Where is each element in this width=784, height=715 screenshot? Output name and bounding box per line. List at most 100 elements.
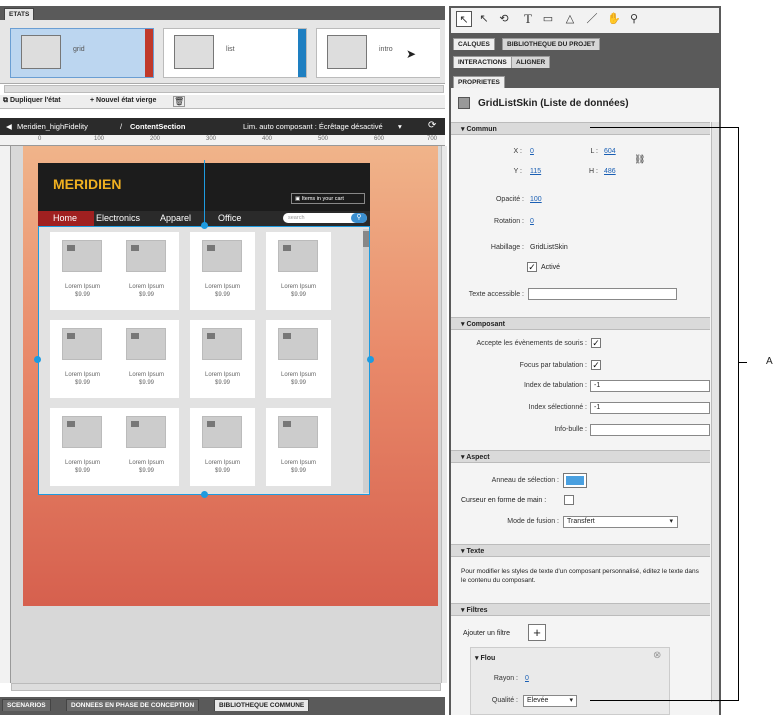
hand-cursor-checkbox[interactable]	[564, 495, 574, 505]
image-placeholder-icon	[207, 421, 215, 427]
cart-button[interactable]: ▣ Items in your cart	[291, 193, 365, 204]
state-label: list	[226, 46, 235, 53]
canvas-h-scrollbar[interactable]	[11, 683, 441, 691]
product-price: $9.99	[138, 468, 154, 474]
component-icon	[458, 97, 470, 109]
product-name: Lorem Ipsum	[64, 284, 100, 290]
list-item[interactable]: Lorem Ipsum $9.99	[114, 232, 179, 310]
list-item[interactable]: Lorem Ipsum $9.99	[266, 320, 331, 398]
state-card-grid[interactable]: grid	[10, 28, 154, 78]
rectangle-tool-icon[interactable]: ▭	[540, 11, 556, 27]
tab-align[interactable]: ALIGNER	[511, 56, 551, 68]
vertical-ruler	[0, 146, 11, 683]
list-item[interactable]: Lorem Ipsum $9.99	[266, 408, 331, 486]
select-arrow-icon[interactable]: ↖	[456, 11, 472, 27]
quality-select[interactable]: Elevée ▾	[523, 695, 577, 707]
states-footer: ⧉ Dupliquer l'état + Nouvel état vierge …	[0, 95, 445, 109]
tab-states[interactable]: ETATS	[4, 8, 35, 20]
x-value[interactable]: 0	[530, 148, 534, 155]
ruler-label: 200	[150, 136, 161, 142]
list-item[interactable]: Lorem Ipsum $9.99	[114, 408, 179, 486]
nav-item-office[interactable]: Office	[218, 211, 241, 226]
skin-value[interactable]: GridListSkin	[530, 244, 568, 251]
duplicate-state-button[interactable]: ⧉ Dupliquer l'état	[3, 97, 61, 105]
product-name: Lorem Ipsum	[280, 372, 316, 378]
grid-scroll-thumb[interactable]	[363, 231, 369, 247]
resize-handle[interactable]	[34, 356, 41, 363]
y-label: Y :	[513, 168, 522, 175]
opacity-value[interactable]: 100	[530, 196, 542, 203]
app-window: ETATS grid list intro ➤ ⧉ Dupliquer l'ét…	[0, 0, 784, 715]
states-tabbar: ETATS	[0, 6, 445, 20]
tab-common-library[interactable]: BIBLIOTHEQUE COMMUNE	[214, 699, 310, 711]
triangle-tool-icon[interactable]: △	[562, 11, 578, 27]
list-item[interactable]: Lorem Ipsum $9.99	[50, 232, 115, 310]
color-fill	[566, 476, 584, 485]
mouse-cursor-icon: ➤	[406, 47, 417, 61]
direct-select-icon[interactable]: ↖	[476, 11, 492, 27]
new-blank-state-button[interactable]: + Nouvel état vierge	[90, 97, 156, 104]
product-image	[126, 328, 166, 360]
product-image	[278, 240, 318, 272]
clip-setting-dropdown[interactable]: Lim. auto composant : Écrêtage désactivé	[243, 122, 383, 131]
hand-tool-icon[interactable]: ✋	[606, 11, 622, 27]
ruler-label: 100	[94, 136, 105, 142]
selection-ring-swatch[interactable]	[563, 473, 587, 488]
list-item[interactable]: Lorem Ipsum $9.99	[50, 320, 115, 398]
nav-item-apparel[interactable]: Apparel	[160, 211, 191, 226]
breadcrumb-separator: /	[120, 122, 123, 131]
text-tool-icon[interactable]: T	[520, 11, 536, 27]
chevron-down-icon[interactable]: ▾	[398, 122, 402, 131]
breadcrumb-file[interactable]: Meridien_highFidelity	[17, 122, 88, 131]
product-name: Lorem Ipsum	[128, 284, 164, 290]
tab-properties[interactable]: PROPRIETES	[453, 76, 505, 88]
state-card-intro[interactable]: intro ➤	[316, 28, 440, 78]
ruler-label: 400	[262, 136, 273, 142]
image-placeholder-icon	[67, 245, 75, 251]
rotation-value[interactable]: 0	[530, 218, 534, 225]
skin-label: Habillage :	[490, 244, 524, 251]
ruler-label: 600	[374, 136, 385, 142]
product-price: $9.99	[74, 468, 90, 474]
list-item[interactable]: Lorem Ipsum $9.99	[190, 408, 255, 486]
refresh-icon[interactable]: ⟳	[428, 120, 436, 131]
states-scrollbar[interactable]	[4, 85, 444, 93]
y-value[interactable]: 115	[530, 168, 541, 175]
back-arrow-icon[interactable]: ◀	[6, 122, 12, 131]
add-filter-button[interactable]: +	[528, 624, 546, 641]
zoom-tool-icon[interactable]: ⚲	[626, 11, 642, 27]
nav-item-electronics[interactable]: Electronics	[96, 211, 140, 226]
product-image	[126, 416, 166, 448]
list-item[interactable]: Lorem Ipsum $9.99	[266, 232, 331, 310]
active-checkbox[interactable]: ✓	[527, 262, 537, 272]
opacity-label: Opacité :	[495, 196, 524, 203]
rotate-icon[interactable]: ⟲	[496, 11, 512, 27]
product-price: $9.99	[290, 468, 306, 474]
image-placeholder-icon	[131, 245, 139, 251]
state-card-list[interactable]: list	[163, 28, 307, 78]
tab-design-data[interactable]: DONNEES EN PHASE DE CONCEPTION	[66, 699, 200, 711]
list-item[interactable]: Lorem Ipsum $9.99	[190, 232, 255, 310]
product-image	[62, 416, 102, 448]
tab-project-library[interactable]: BIBLIOTHEQUE DU PROJET	[502, 38, 601, 50]
canvas-v-scrollbar[interactable]	[441, 146, 447, 683]
line-tool-icon[interactable]: ／	[584, 11, 600, 27]
list-item[interactable]: Lorem Ipsum $9.99	[114, 320, 179, 398]
search-icon[interactable]: ⚲	[351, 213, 367, 223]
image-placeholder-icon	[207, 245, 215, 251]
list-item[interactable]: Lorem Ipsum $9.99	[50, 408, 115, 486]
resize-handle[interactable]	[201, 491, 208, 498]
blur-filter-header[interactable]: ▾ Flou	[475, 654, 495, 662]
resize-handle[interactable]	[201, 222, 208, 229]
product-price: $9.99	[138, 380, 154, 386]
tooltip-label: Info-bulle :	[554, 426, 587, 433]
radius-value[interactable]: 0	[525, 675, 529, 682]
state-color-bar	[298, 29, 306, 77]
resize-handle[interactable]	[367, 356, 374, 363]
nav-item-home[interactable]: Home	[38, 211, 94, 226]
tab-scenarios[interactable]: SCENARIOS	[2, 699, 51, 711]
trash-icon[interactable]: 🗑	[173, 96, 185, 107]
tab-layers[interactable]: CALQUES	[453, 38, 495, 50]
list-item[interactable]: Lorem Ipsum $9.99	[190, 320, 255, 398]
tab-interactions[interactable]: INTERACTIONS	[453, 56, 512, 68]
